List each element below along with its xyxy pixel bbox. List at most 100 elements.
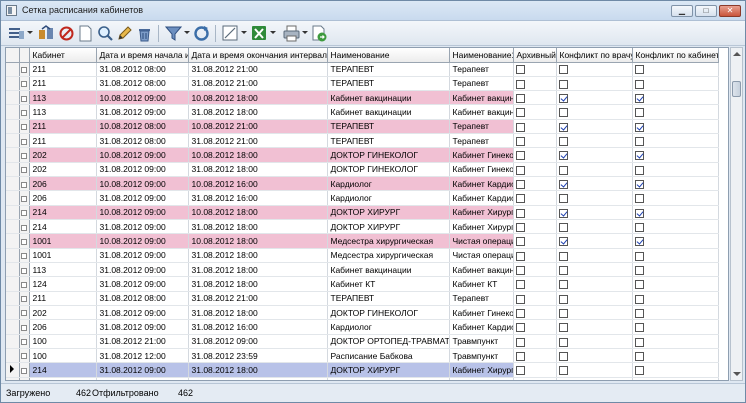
cell-name1[interactable]: Травмпункт bbox=[449, 348, 514, 364]
checkbox[interactable] bbox=[558, 93, 568, 103]
cell-room-conflict[interactable] bbox=[632, 248, 719, 264]
checkbox[interactable] bbox=[634, 194, 644, 204]
cell-doctor-conflict[interactable] bbox=[556, 219, 633, 235]
cell-name[interactable]: ДОКТОР ОРТОПЕД-ТРАВМАТОЛ bbox=[327, 334, 450, 350]
checkbox[interactable] bbox=[515, 108, 525, 118]
cell-end[interactable]: 31.08.2012 09:00 bbox=[188, 334, 328, 350]
cell-room[interactable]: 1001 bbox=[29, 233, 97, 249]
cell-end[interactable]: 31.08.2012 18:00 bbox=[188, 276, 328, 292]
cell-room[interactable]: 1001 bbox=[29, 248, 97, 264]
table-row[interactable]: 113 31.08.2012 09:00 31.08.2012 18:00 Кабин… bbox=[6, 104, 719, 120]
cell-name1[interactable]: Чистая операци bbox=[449, 233, 514, 249]
table-row[interactable]: 214 10.08.2012 09:00 10.08.2012 18:00 ДОКТО… bbox=[6, 205, 719, 221]
cell-doctor-conflict[interactable] bbox=[556, 377, 633, 380]
cell-room-conflict[interactable] bbox=[632, 334, 719, 350]
cell-doctor-conflict[interactable] bbox=[556, 190, 633, 206]
cell-end[interactable]: 31.08.2012 18:00 bbox=[188, 305, 328, 321]
cell-archived[interactable] bbox=[513, 262, 557, 278]
cell-name1[interactable]: Кабинет Хирург bbox=[449, 205, 514, 221]
table-row[interactable]: 124 31.08.2012 09:00 31.08.2012 18:00 Кабин… bbox=[6, 276, 719, 292]
cell-end[interactable]: 31.08.2012 18:00 bbox=[188, 104, 328, 120]
cell-doctor-conflict[interactable] bbox=[556, 362, 633, 378]
cell-room[interactable]: 124 bbox=[29, 276, 97, 292]
cell-start[interactable]: 31.08.2012 09:00 bbox=[96, 305, 189, 321]
table-row[interactable]: 206 31.08.2012 09:00 31.08.2012 16:00 Карди… bbox=[6, 190, 719, 206]
cell-room-conflict[interactable] bbox=[632, 291, 719, 307]
cell-room[interactable]: 211 bbox=[29, 62, 97, 77]
checkbox[interactable] bbox=[558, 351, 568, 361]
column-header-room[interactable]: Кабинет bbox=[29, 48, 97, 63]
cell-name[interactable]: Кардиолог bbox=[327, 190, 450, 206]
checkbox[interactable] bbox=[634, 265, 644, 275]
checkbox[interactable] bbox=[558, 65, 568, 75]
cell-room[interactable]: 214 bbox=[29, 219, 97, 235]
cell-end[interactable]: 31.08.2012 18:00 bbox=[188, 162, 328, 178]
checkbox[interactable] bbox=[558, 294, 568, 304]
cell-room-conflict[interactable] bbox=[632, 276, 719, 292]
row-mark-checkbox[interactable] bbox=[21, 267, 27, 274]
cell-start[interactable]: 31.08.2012 09:00 bbox=[96, 248, 189, 264]
cell-name[interactable]: Расписание Бабкова bbox=[327, 348, 450, 364]
cell-name[interactable]: ДОКТОР ГИНЕКОЛОГ bbox=[327, 147, 450, 163]
cell-archived[interactable] bbox=[513, 276, 557, 292]
cell-doctor-conflict[interactable] bbox=[556, 119, 633, 135]
checkbox[interactable] bbox=[634, 280, 644, 290]
row-mark-checkbox[interactable] bbox=[21, 124, 27, 131]
cell-name[interactable]: Кабинет вакцинации bbox=[327, 104, 450, 120]
cell-room-conflict[interactable] bbox=[632, 219, 719, 235]
cell-doctor-conflict[interactable] bbox=[556, 76, 633, 92]
cell-end[interactable]: 10.08.2012 18:00 bbox=[188, 205, 328, 221]
cell-archived[interactable] bbox=[513, 348, 557, 364]
cell-start[interactable]: 31.08.2012 08:00 bbox=[96, 291, 189, 307]
cell-doctor-conflict[interactable] bbox=[556, 104, 633, 120]
cell-name[interactable]: Кардиолог bbox=[327, 176, 450, 192]
cell-room[interactable]: 113 bbox=[29, 104, 97, 120]
cell-start[interactable]: 31.08.2012 09:00 bbox=[96, 219, 189, 235]
cell-end[interactable]: 31.08.2012 23:59 bbox=[188, 348, 328, 364]
checkbox[interactable] bbox=[558, 280, 568, 290]
cell-end[interactable]: 31.08.2012 18:00 bbox=[188, 262, 328, 278]
checkbox[interactable] bbox=[515, 251, 525, 261]
checkbox[interactable] bbox=[558, 366, 568, 376]
checkbox[interactable] bbox=[515, 151, 525, 161]
cell-room[interactable]: 206 bbox=[29, 319, 97, 335]
cell-name1[interactable]: Терапевт bbox=[449, 133, 514, 149]
cell-start[interactable]: 31.08.2012 09:00 bbox=[96, 276, 189, 292]
cell-room[interactable]: 202 bbox=[29, 147, 97, 163]
cell-archived[interactable] bbox=[513, 219, 557, 235]
checkbox[interactable] bbox=[558, 237, 568, 247]
filter-icon[interactable] bbox=[164, 25, 183, 42]
cell-archived[interactable] bbox=[513, 176, 557, 192]
refresh-icon[interactable] bbox=[193, 25, 210, 42]
cell-name[interactable]: ДОКТОР ХИРУРГ bbox=[327, 219, 450, 235]
table-row[interactable]: 206 31.08.2012 09:00 31.08.2012 16:00 Карди… bbox=[6, 319, 719, 335]
cell-room-conflict[interactable] bbox=[632, 119, 719, 135]
cell-name1[interactable]: Чистая операци bbox=[449, 248, 514, 264]
cell-name1[interactable]: Терапевт bbox=[449, 119, 514, 135]
checkbox[interactable] bbox=[634, 208, 644, 218]
checkbox[interactable] bbox=[634, 308, 644, 318]
cell-start[interactable]: 31.08.2012 08:00 bbox=[96, 76, 189, 92]
cell-archived[interactable] bbox=[513, 90, 557, 106]
table-row[interactable]: 211 10.08.2012 08:00 10.08.2012 21:00 ТЕРАП… bbox=[6, 119, 719, 135]
row-mark-checkbox[interactable] bbox=[21, 310, 27, 317]
checkbox[interactable] bbox=[634, 222, 644, 232]
checkbox[interactable] bbox=[558, 151, 568, 161]
table-row[interactable]: 214 31.08.2012 09:00 31.08.2012 18:00 ДОКТО… bbox=[6, 362, 719, 378]
row-mark-checkbox[interactable] bbox=[21, 95, 27, 102]
cell-room[interactable]: 211 bbox=[29, 119, 97, 135]
checkbox[interactable] bbox=[558, 122, 568, 132]
table-row[interactable]: 113 10.08.2012 09:00 10.08.2012 18:00 Кабин… bbox=[6, 90, 719, 106]
row-mark-checkbox[interactable] bbox=[21, 238, 27, 245]
filter-dropdown-icon[interactable] bbox=[184, 31, 190, 34]
cell-end[interactable]: 10.08.2012 18:00 bbox=[188, 233, 328, 249]
table-row[interactable]: 202 31.08.2012 09:00 31.08.2012 18:00 ДОКТО… bbox=[6, 162, 719, 178]
cell-archived[interactable] bbox=[513, 205, 557, 221]
row-mark-checkbox[interactable] bbox=[21, 324, 27, 331]
row-mark-checkbox[interactable] bbox=[21, 253, 27, 260]
cell-archived[interactable] bbox=[513, 104, 557, 120]
cell-name[interactable]: ДОКТОР ГИНЕКОЛОГ bbox=[327, 305, 450, 321]
table-row[interactable]: 113 31.08.2012 09:00 31.08.2012 18:00 Кабин… bbox=[6, 262, 719, 278]
close-button[interactable]: ✕ bbox=[719, 5, 741, 17]
vertical-scrollbar[interactable] bbox=[730, 47, 743, 381]
